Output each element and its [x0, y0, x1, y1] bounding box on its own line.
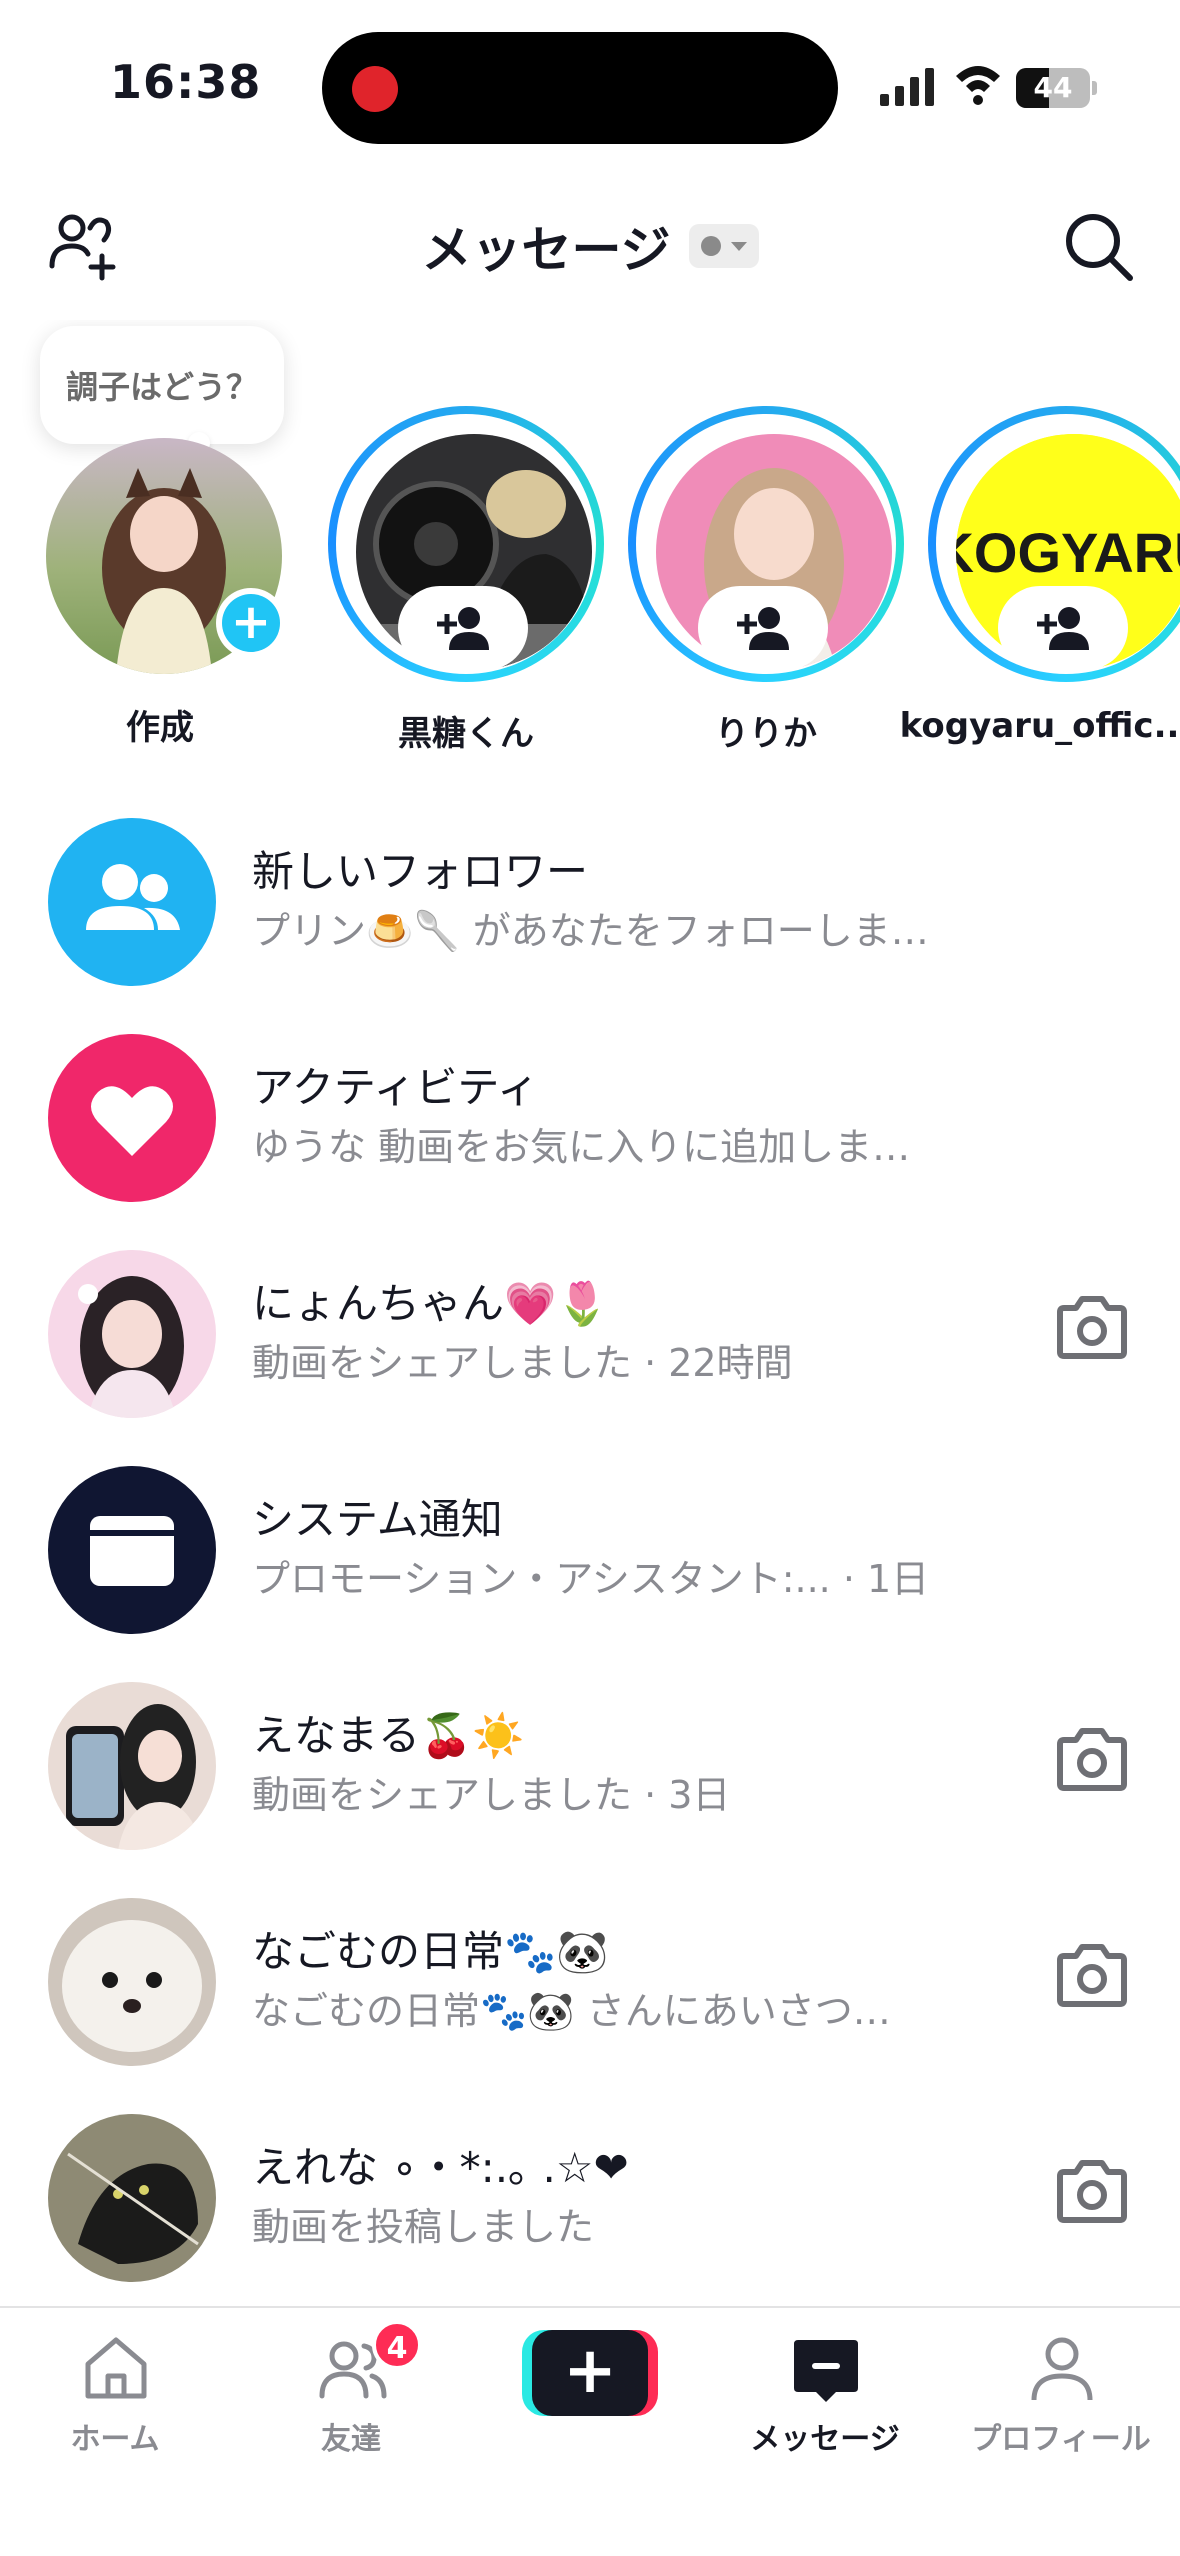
- message-title: 新しいフォロワー: [252, 847, 589, 896]
- follow-button[interactable]: [698, 586, 828, 670]
- tab-messages[interactable]: メッセージ: [710, 2318, 940, 2478]
- friends-notification-badge: 4: [372, 2320, 422, 2370]
- follow-button[interactable]: [998, 586, 1128, 670]
- tab-friends[interactable]: 4 友達: [236, 2318, 466, 2478]
- tab-home-label: ホーム: [70, 2422, 160, 2457]
- story-item[interactable]: 黒糖くん: [296, 406, 604, 754]
- message-title: えれな ∘・*:.｡ .☆❤: [252, 2143, 629, 2192]
- message-preview: なごむの日常🐾🐼 さんにあいさつ…: [252, 1989, 891, 2033]
- create-story-label: 作成: [126, 708, 194, 748]
- message-title: なごむの日常🐾🐼: [252, 1927, 609, 1976]
- story-name: 黒糖くん: [398, 714, 534, 754]
- wifi-icon: [956, 66, 1000, 105]
- chevron-down-icon: [730, 242, 747, 251]
- create-button[interactable]: +: [522, 2330, 658, 2416]
- follow-button[interactable]: [398, 586, 528, 670]
- online-status-toggle[interactable]: [688, 224, 759, 268]
- search-icon[interactable]: [1060, 208, 1136, 284]
- create-story-button[interactable]: + 作成: [40, 438, 286, 748]
- add-story-icon[interactable]: +: [216, 588, 286, 658]
- home-icon: [85, 2337, 147, 2399]
- camera-icon[interactable]: [1054, 2158, 1130, 2224]
- plus-icon: +: [532, 2330, 648, 2416]
- tab-home[interactable]: ホーム: [0, 2318, 230, 2478]
- header: メッセージ: [0, 190, 1180, 300]
- message-title: システム通知: [252, 1495, 503, 1544]
- bottom-tab-bar: ホーム 4 友達 + メッセージ プロフィール: [0, 2306, 1180, 2556]
- cellular-signal-icon: [880, 68, 934, 106]
- story-item[interactable]: KOGYARU kogyaru_offic...: [896, 406, 1180, 746]
- status-prompt-bubble[interactable]: 調子はどう？: [40, 326, 284, 444]
- battery-percent: 44: [1033, 71, 1073, 104]
- list-item-chat[interactable]: えなまる🍒☀️ 動画をシェアしました · 3日: [0, 1664, 1180, 1880]
- stories-row: 調子はどう？ + 作成 黒糖くん りりか OGYAR kogyaru_offic…: [0, 320, 1180, 760]
- status-dot-icon: [700, 236, 721, 256]
- list-item-chat[interactable]: なごむの日常🐾🐼 なごむの日常🐾🐼 さんにあいさつ…: [0, 1880, 1180, 2096]
- message-preview: 動画を投稿しました: [252, 2205, 595, 2249]
- recording-indicator-icon: [352, 66, 398, 112]
- avatar: [48, 1250, 216, 1418]
- avatar: [48, 1682, 216, 1850]
- message-preview: 動画をシェアしました · 3日: [252, 1773, 731, 1817]
- status-bar: 16:38 44: [0, 0, 1180, 180]
- list-item-chat[interactable]: にょんちゃん💗🌷 動画をシェアしました · 22時間: [0, 1232, 1180, 1448]
- message-title: アクティビティ: [252, 1063, 539, 1112]
- list-item-new-followers[interactable]: 新しいフォロワー プリン🍮🥄 があなたをフォローしま…: [0, 800, 1180, 1016]
- battery-indicator: 44: [1016, 68, 1097, 108]
- camera-icon[interactable]: [1054, 1726, 1130, 1792]
- kogyaru-logo-text: KOGYARU: [956, 521, 1180, 584]
- list-item-system-notifications[interactable]: システム通知 プロモーション・アシスタント:... · 1日: [0, 1448, 1180, 1664]
- list-item-activity[interactable]: アクティビティ ゆうな 動画をお気に入りに追加しま…: [0, 1016, 1180, 1232]
- message-title: えなまる🍒☀️: [252, 1711, 525, 1760]
- add-user-icon: [1037, 607, 1089, 650]
- page-title: メッセージ: [421, 221, 671, 279]
- camera-icon[interactable]: [1054, 1294, 1130, 1360]
- dynamic-island: [322, 32, 838, 144]
- tab-friends-label: 友達: [321, 2422, 381, 2457]
- add-user-icon: [437, 607, 489, 650]
- avatar: [48, 1898, 216, 2066]
- heart-icon: [48, 1034, 216, 1202]
- add-user-icon: [737, 607, 789, 650]
- message-preview: プロモーション・アシスタント:... · 1日: [252, 1557, 930, 1601]
- story-item[interactable]: りりか: [596, 406, 904, 754]
- followers-icon: [48, 818, 216, 986]
- message-preview: ゆうな 動画をお気に入りに追加しま…: [252, 1125, 911, 1169]
- message-icon: [794, 2340, 858, 2402]
- status-time: 16:38: [110, 55, 262, 109]
- inbox-icon: [48, 1466, 216, 1634]
- camera-icon[interactable]: [1054, 1942, 1130, 2008]
- message-preview: 動画をシェアしました · 22時間: [252, 1341, 793, 1385]
- tab-profile[interactable]: プロフィール: [946, 2318, 1176, 2478]
- message-preview: プリン🍮🥄 があなたをフォローしま…: [252, 909, 929, 953]
- profile-icon: [1031, 2337, 1093, 2401]
- tab-profile-label: プロフィール: [971, 2422, 1151, 2457]
- list-item-chat[interactable]: えれな ∘・*:.｡ .☆❤ 動画を投稿しました: [0, 2096, 1180, 2312]
- message-title: にょんちゃん💗🌷: [252, 1279, 609, 1328]
- story-name: kogyaru_offic...: [899, 706, 1180, 746]
- avatar: [48, 2114, 216, 2282]
- status-prompt-text: 調子はどう？: [65, 368, 258, 406]
- tab-messages-label: メッセージ: [750, 2422, 900, 2457]
